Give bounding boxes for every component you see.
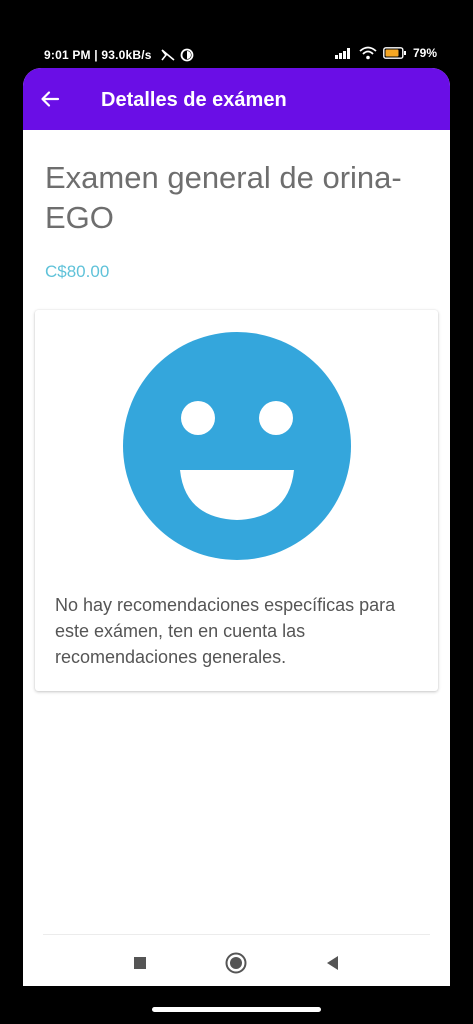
recommendations-card: No hay recomendaciones específicas para … — [35, 310, 438, 691]
page-title: Detalles de exámen — [101, 89, 287, 111]
smiley-face-icon — [123, 332, 351, 560]
status-bar: 9:01 PM | 93.0kB/s 79% — [0, 40, 473, 70]
notification-icons — [160, 48, 194, 65]
signal-icon — [334, 48, 350, 59]
home-circle-icon[interactable] — [223, 950, 249, 976]
wifi-icon — [359, 46, 377, 60]
back-triangle-icon[interactable] — [319, 950, 345, 976]
system-nav-bar — [23, 940, 450, 986]
battery-icon — [383, 47, 406, 59]
app-bar: Detalles de exámen — [23, 68, 450, 130]
battery-percent: 79% — [412, 46, 437, 60]
status-right-icons: 79% — [334, 46, 437, 60]
exam-title: Examen general de orina-EGO — [45, 160, 402, 235]
status-time-network: 9:01 PM | 93.0kB/s — [44, 48, 152, 62]
exam-price: C$80.00 — [45, 262, 110, 281]
app-screen: Detalles de exámen Examen general de ori… — [23, 68, 450, 986]
recents-square-icon[interactable] — [127, 950, 153, 976]
recommendation-message: No hay recomendaciones específicas para … — [55, 595, 396, 667]
home-indicator[interactable] — [152, 1007, 321, 1012]
back-arrow-icon[interactable] — [39, 88, 61, 110]
nav-divider — [43, 934, 430, 935]
